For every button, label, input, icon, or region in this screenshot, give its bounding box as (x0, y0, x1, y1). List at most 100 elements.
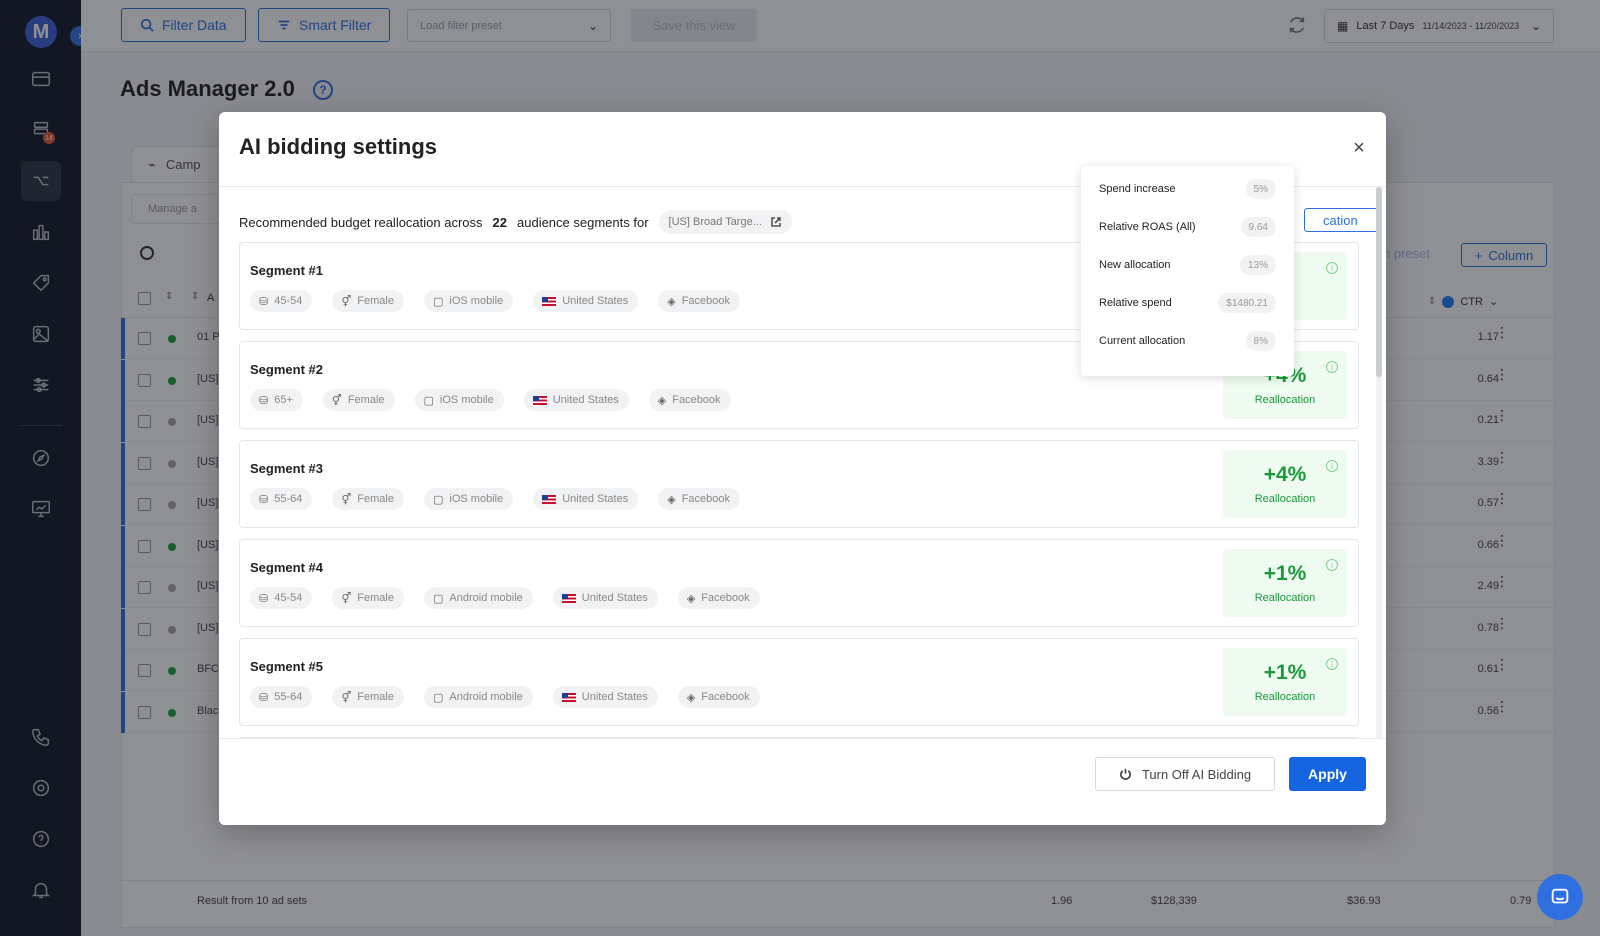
tooltip-key: Relative ROAS (All) (1099, 221, 1196, 233)
platform-tag: ◈ Facebook (658, 488, 741, 510)
segment-name: Segment #5 (250, 659, 323, 674)
country-tag: United States (523, 389, 629, 411)
info-icon[interactable]: i (1326, 460, 1338, 472)
age-value: 65+ (274, 394, 293, 406)
tooltip-value: 9.64 (1240, 217, 1276, 237)
platform-tag: ◈ Facebook (658, 290, 741, 312)
modal-footer: Turn Off AI Bidding Apply (219, 738, 1386, 825)
tooltip-row: Spend increase 5% (1081, 170, 1294, 208)
segment-card[interactable]: Segment #5 ⛁ 55-64 ⚥ Female ▢ Android mobile Un… (239, 638, 1359, 726)
age-value: 55-64 (274, 691, 303, 703)
info-icon[interactable]: i (1326, 559, 1338, 571)
tooltip-row: Relative spend $1480.21 (1081, 284, 1294, 322)
info-icon[interactable]: i (1326, 658, 1338, 670)
platform-tag: ◈ Facebook (677, 587, 760, 609)
country-tag: United States (552, 686, 658, 708)
country-tag: United States (552, 587, 658, 609)
campaign-name: [US] Broad Targe... (668, 216, 762, 228)
age-tag: ⛁ 65+ (250, 389, 303, 411)
reallocation-intro: Recommended budget reallocation across 22… (239, 210, 792, 234)
device-value: iOS mobile (449, 295, 504, 307)
info-icon[interactable]: i (1326, 262, 1338, 274)
info-icon[interactable]: i (1326, 361, 1338, 373)
turn-off-ai-bidding-button[interactable]: Turn Off AI Bidding (1095, 757, 1275, 791)
us-flag-icon (542, 494, 557, 504)
gender-icon: ⚥ (341, 493, 352, 506)
gender-value: Female (357, 691, 394, 703)
tooltip-row: Current allocation 8% (1081, 322, 1294, 360)
gender-tag: ⚥ Female (322, 389, 395, 411)
platform-value: Facebook (701, 592, 750, 604)
reallocation-label: Reallocation (1254, 394, 1316, 406)
device-value: Android mobile (449, 691, 523, 703)
layers-icon: ◈ (686, 592, 696, 605)
device-tag: ▢ iOS mobile (423, 290, 514, 312)
gender-value: Female (357, 295, 394, 307)
platform-tag: ◈ Facebook (648, 389, 731, 411)
modal-title: AI bidding settings (239, 134, 437, 159)
device-tag: ▢ iOS mobile (423, 488, 514, 510)
close-icon[interactable]: × (1347, 136, 1371, 160)
platform-tag: ◈ Facebook (677, 686, 760, 708)
age-tag: ⛁ 55-64 (250, 686, 313, 708)
segment-count: 22 (492, 214, 507, 230)
external-link-icon (771, 217, 781, 227)
device-icon: ▢ (432, 691, 444, 704)
turn-off-label: Turn Off AI Bidding (1141, 766, 1252, 782)
us-flag-icon (532, 395, 547, 405)
segment-card[interactable]: Segment #3 ⛁ 55-64 ⚥ Female ▢ iOS mobile United… (239, 440, 1359, 528)
device-icon: ▢ (432, 493, 444, 506)
gender-tag: ⚥ Female (332, 686, 404, 708)
gender-tag: ⚥ Female (332, 488, 404, 510)
segment-list-scrollbar[interactable] (1376, 187, 1382, 747)
layers-icon: ◈ (686, 691, 696, 704)
device-icon: ▢ (432, 295, 444, 308)
segment-tags: ⛁ 55-64 ⚥ Female ▢ Android mobile United State… (250, 686, 760, 708)
campaign-chip[interactable]: [US] Broad Targe... (658, 210, 792, 234)
country-value: United States (562, 295, 629, 307)
segment-name: Segment #1 (250, 263, 323, 278)
chat-support-button[interactable] (1537, 874, 1583, 920)
age-tag: ⛁ 45-54 (250, 290, 313, 312)
gender-icon: ⚥ (341, 592, 352, 605)
device-value: Android mobile (449, 592, 523, 604)
platform-value: Facebook (681, 295, 731, 307)
country-tag: United States (533, 290, 639, 312)
person-icon: ⛁ (259, 394, 269, 407)
tooltip-row: Relative ROAS (All) 9.64 (1081, 208, 1294, 246)
segment-name: Segment #2 (250, 362, 323, 377)
age-value: 45-54 (274, 295, 303, 307)
scrollbar-thumb[interactable] (1376, 187, 1382, 377)
country-value: United States (562, 493, 629, 505)
reallocation-badge: +1% Reallocation i (1223, 549, 1347, 617)
country-value: United States (581, 691, 648, 703)
segment-details-tooltip: Spend increase 5% Relative ROAS (All) 9.64 N… (1081, 166, 1294, 376)
gender-value: Female (347, 394, 385, 406)
device-value: iOS mobile (449, 493, 504, 505)
device-tag: ▢ Android mobile (423, 587, 533, 609)
reallocation-label: Reallocation (1254, 592, 1316, 604)
reallocation-badge: +1% Reallocation i (1223, 648, 1347, 716)
age-tag: ⛁ 55-64 (250, 488, 313, 510)
country-value: United States (552, 394, 619, 406)
intro-text-before: Recommended budget reallocation across (239, 214, 483, 230)
segment-tags: ⛁ 45-54 ⚥ Female ▢ Android mobile United State… (250, 587, 760, 609)
us-flag-icon (561, 593, 576, 603)
reallocation-label: Reallocation (1254, 691, 1316, 703)
gender-value: Female (357, 493, 394, 505)
tooltip-key: Spend increase (1099, 183, 1176, 195)
gender-value: Female (357, 592, 394, 604)
tooltip-key: Current allocation (1099, 335, 1186, 347)
apply-reallocation-button[interactable]: cation (1304, 208, 1378, 232)
apply-button[interactable]: Apply (1289, 757, 1366, 791)
gender-tag: ⚥ Female (332, 290, 404, 312)
layers-icon: ◈ (667, 295, 676, 308)
chat-icon (1551, 888, 1569, 904)
segment-name: Segment #4 (250, 560, 323, 575)
platform-value: Facebook (701, 691, 750, 703)
device-icon: ▢ (423, 394, 434, 407)
segment-card[interactable]: Segment #4 ⛁ 45-54 ⚥ Female ▢ Android mobile Un… (239, 539, 1359, 627)
reallocation-label: Reallocation (1254, 493, 1316, 505)
age-value: 55-64 (274, 493, 303, 505)
tooltip-value: 13% (1239, 255, 1276, 275)
